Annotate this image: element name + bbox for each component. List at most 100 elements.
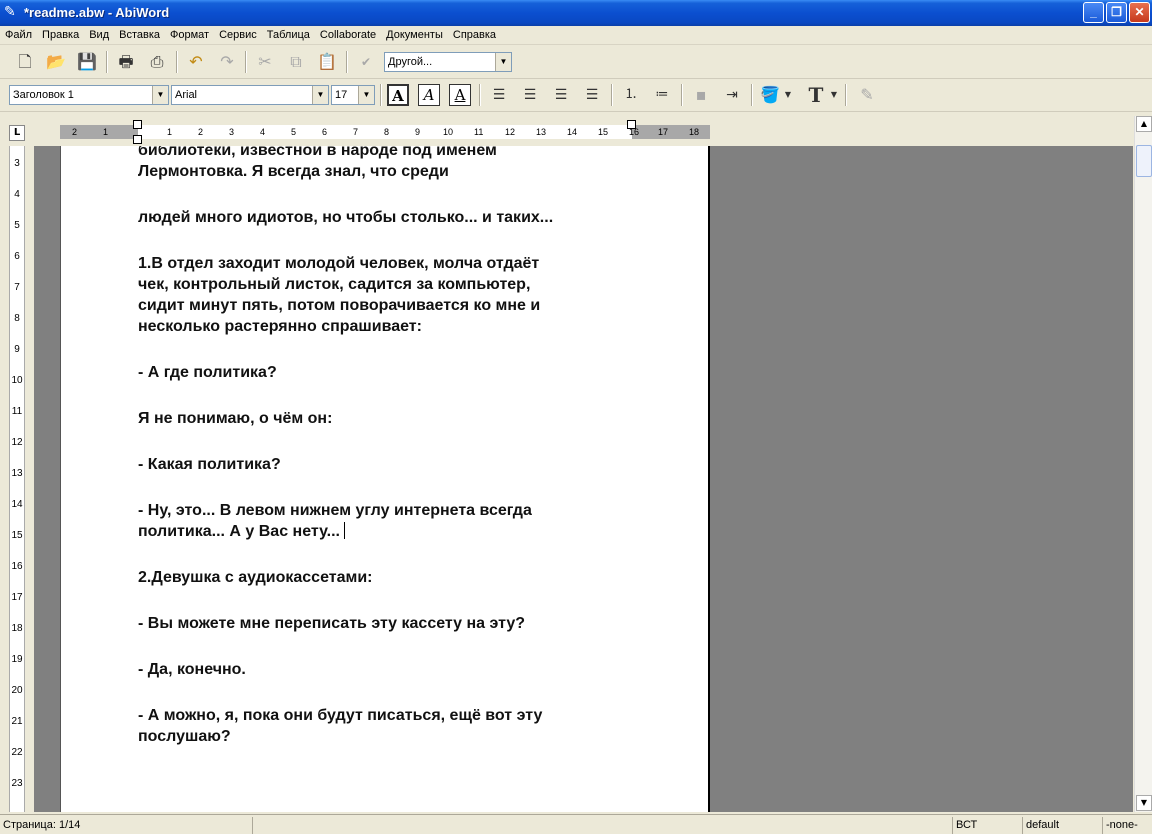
undo-icon[interactable]: ↶: [184, 50, 208, 74]
align-right-icon[interactable]: ☰: [549, 83, 573, 107]
align-justify-icon[interactable]: ☰: [580, 83, 604, 107]
menu-file[interactable]: Файл: [0, 26, 37, 45]
font-value: Arial: [175, 89, 198, 101]
zoom-select[interactable]: Другой... ▼: [384, 52, 512, 72]
ruler-tick: 12: [11, 437, 23, 448]
ruler-tick: 4: [14, 189, 20, 200]
ruler-tick: 5: [14, 220, 20, 231]
ruler-tick: 14: [567, 127, 578, 137]
save-icon[interactable]: 💾: [75, 50, 99, 74]
scrollbar-thumb[interactable]: [1136, 145, 1152, 177]
menu-documents[interactable]: Документы: [381, 26, 448, 45]
maximize-button[interactable]: ❐: [1106, 2, 1127, 23]
indent-icon[interactable]: ⇥: [720, 83, 744, 107]
document-line-text: политика... А у Вас нету...: [138, 523, 340, 540]
menu-help[interactable]: Справка: [448, 26, 501, 45]
horizontal-ruler[interactable]: 2 1 1 2 3 4 5 6 7 8 9 10 11 12 13 14 15 …: [60, 120, 710, 144]
print-icon[interactable]: ⎙: [145, 50, 169, 74]
toolbar-separator: [106, 51, 108, 73]
style-select[interactable]: Заголовок 1 ▼: [9, 85, 169, 105]
menu-tools[interactable]: Сервис: [214, 26, 262, 45]
right-indent-marker[interactable]: [627, 120, 636, 129]
chevron-down-icon[interactable]: ▼: [312, 86, 328, 104]
cut-icon[interactable]: ✂: [253, 50, 277, 74]
menu-view[interactable]: Вид: [84, 26, 114, 45]
text-caret: [343, 522, 345, 539]
ruler-tick: 3: [14, 158, 20, 169]
numbered-list-icon[interactable]: ⒈: [619, 83, 643, 107]
chevron-down-icon[interactable]: ▼: [828, 83, 840, 107]
ruler-tick: 4: [260, 127, 266, 137]
bullet-list-icon[interactable]: ≔: [650, 83, 674, 107]
text-color-icon[interactable]: T: [804, 83, 828, 107]
scroll-up-icon[interactable]: ▲: [1136, 116, 1152, 132]
ruler-tick: 1: [103, 127, 109, 137]
ruler-tick: 14: [11, 499, 23, 510]
status-language: default: [1022, 817, 1102, 834]
font-size-value: 17: [335, 89, 348, 101]
document-line: - А можно, я, пока они будут писаться, е…: [138, 707, 543, 724]
menu-edit[interactable]: Правка: [37, 26, 84, 45]
ruler-tick: 6: [14, 251, 20, 262]
first-line-indent-marker[interactable]: [133, 135, 142, 144]
underline-icon[interactable]: A: [449, 84, 471, 106]
left-indent-marker[interactable]: [133, 120, 142, 129]
paste-icon[interactable]: 📋: [315, 50, 339, 74]
document-page[interactable]: библиотеки, известной в народе под имене…: [60, 146, 710, 812]
font-size-select[interactable]: 17 ▼: [331, 85, 375, 105]
spellcheck-icon[interactable]: ✔: [354, 50, 378, 74]
chevron-down-icon[interactable]: ▼: [495, 53, 511, 71]
align-center-icon[interactable]: ☰: [518, 83, 542, 107]
ruler-tick: 19: [11, 654, 23, 665]
ruler-tick: 15: [11, 530, 23, 541]
copy-icon[interactable]: ⧉: [284, 50, 308, 74]
ruler-tick: 6: [322, 127, 328, 137]
menu-format[interactable]: Формат: [165, 26, 214, 45]
document-line: сидит минут пять, потом поворачивается к…: [138, 297, 541, 314]
format-toolbar: Заголовок 1 ▼ Arial ▼ 17 ▼ A A A ☰ ☰ ☰ ☰…: [0, 79, 1152, 112]
bold-icon[interactable]: A: [387, 84, 409, 106]
fill-color-icon[interactable]: 🪣: [758, 83, 782, 107]
menu-table[interactable]: Таблица: [262, 26, 315, 45]
scroll-down-icon[interactable]: ▼: [1136, 795, 1152, 811]
font-select[interactable]: Arial ▼: [171, 85, 329, 105]
menu-insert[interactable]: Вставка: [114, 26, 165, 45]
ruler-tick: 23: [11, 778, 23, 789]
document-canvas[interactable]: библиотеки, известной в народе под имене…: [34, 146, 1133, 812]
close-button[interactable]: ✕: [1129, 2, 1150, 23]
ruler-tick: 10: [11, 375, 23, 386]
abiword-app-icon: ✎: [4, 4, 16, 20]
new-document-icon[interactable]: 🗋: [13, 50, 37, 74]
ruler-tick: 15: [598, 127, 609, 137]
toolbar-separator: [176, 51, 178, 73]
align-left-icon[interactable]: ☰: [487, 83, 511, 107]
vertical-scrollbar[interactable]: ▲ ▼: [1134, 116, 1152, 812]
ruler-tick: 3: [229, 127, 235, 137]
tab-stop-selector[interactable]: L: [9, 125, 25, 141]
redo-icon[interactable]: ↷: [215, 50, 239, 74]
outdent-icon[interactable]: ▪: [689, 83, 713, 107]
italic-icon[interactable]: A: [418, 84, 440, 106]
toolbar-separator: [611, 84, 613, 106]
open-folder-icon[interactable]: 📂: [44, 50, 68, 74]
status-page: Страница: 1/14: [3, 819, 81, 831]
menu-bar: Файл Правка Вид Вставка Формат Сервис Таблица C…: [0, 26, 1152, 45]
ruler-tick: 13: [536, 127, 547, 137]
document-text[interactable]: библиотеки, известной в народе под имене…: [138, 146, 638, 747]
ruler-tick: 7: [14, 282, 20, 293]
ruler-tick: 2: [72, 127, 78, 137]
minimize-button[interactable]: _: [1083, 2, 1104, 23]
vertical-ruler[interactable]: 3 4 5 6 7 8 9 10 11 12 13 14 15 16 17 18…: [0, 146, 34, 812]
ruler-tick: 10: [443, 127, 454, 137]
document-line: - Какая политика?: [138, 456, 281, 473]
print-preview-icon[interactable]: 🖶: [114, 50, 138, 74]
chevron-down-icon[interactable]: ▼: [358, 86, 374, 104]
document-line: послушаю?: [138, 728, 231, 745]
document-line: 1.В отдел заходит молодой человек, молча…: [138, 255, 540, 272]
menu-collaborate[interactable]: Collaborate: [315, 26, 381, 45]
toolbar-separator: [845, 84, 847, 106]
chevron-down-icon[interactable]: ▼: [782, 83, 794, 107]
highlight-pen-icon[interactable]: ✎: [855, 83, 879, 107]
chevron-down-icon[interactable]: ▼: [152, 86, 168, 104]
document-line: - Вы можете мне переписать эту кассету н…: [138, 615, 526, 632]
